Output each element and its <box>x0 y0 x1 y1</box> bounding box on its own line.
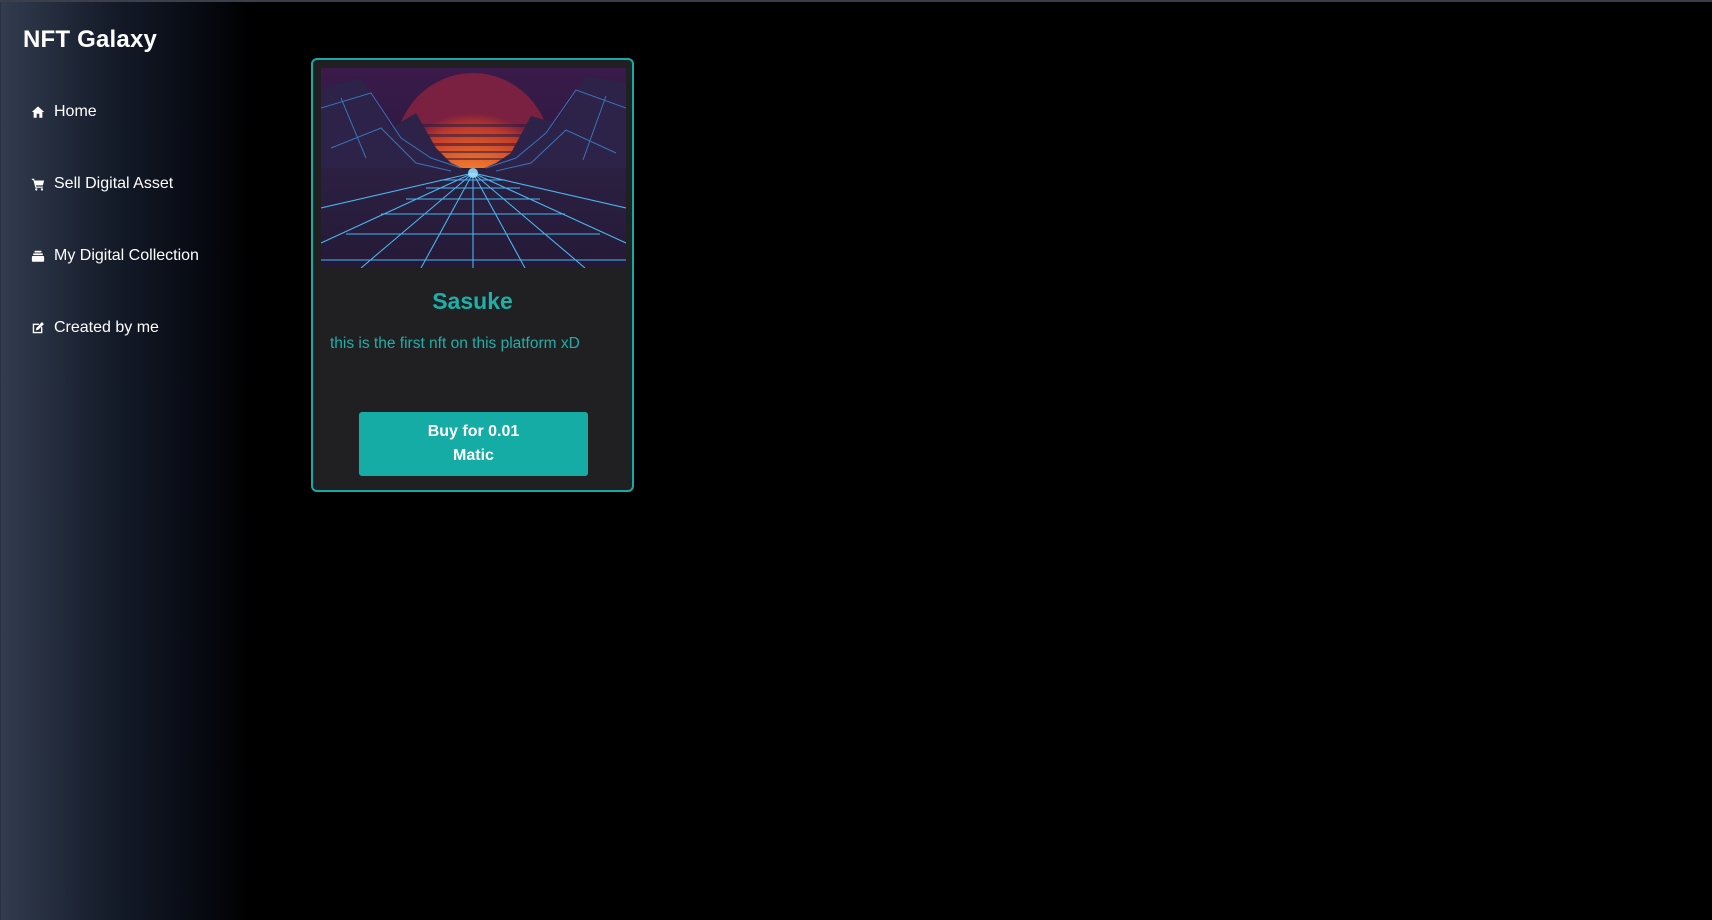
nft-image[interactable] <box>321 68 626 268</box>
nft-card: Sasuke this is the first nft on this pla… <box>311 58 634 492</box>
buy-button[interactable]: Buy for 0.01 Matic <box>359 412 588 476</box>
sidebar-item-created-by-me[interactable]: Created by me <box>31 316 199 340</box>
sidebar-item-label: Sell Digital Asset <box>54 175 174 192</box>
nft-title: Sasuke <box>432 288 513 314</box>
sidebar-item-my-digital-collection[interactable]: My Digital Collection <box>31 244 199 268</box>
sidebar-item-label: My Digital Collection <box>54 247 199 264</box>
sidebar-item-sell-digital-asset[interactable]: Sell Digital Asset <box>31 172 199 196</box>
sidebar-nav: Home Sell Digital Asset My Digital Colle… <box>31 100 199 388</box>
app-brand[interactable]: NFT Galaxy <box>23 26 157 54</box>
home-icon <box>31 105 45 119</box>
sidebar-item-label: Home <box>54 103 97 120</box>
nft-description: this is the first nft on this platform x… <box>330 335 580 352</box>
sidebar-item-home[interactable]: Home <box>31 100 199 124</box>
sidebar-item-label: Created by me <box>54 319 159 336</box>
sidebar: NFT Galaxy Home Sell Digital Asset My Di… <box>0 2 250 920</box>
collection-icon <box>31 249 45 263</box>
edit-icon <box>31 321 45 335</box>
top-border <box>0 0 1712 2</box>
cart-icon <box>31 177 45 191</box>
